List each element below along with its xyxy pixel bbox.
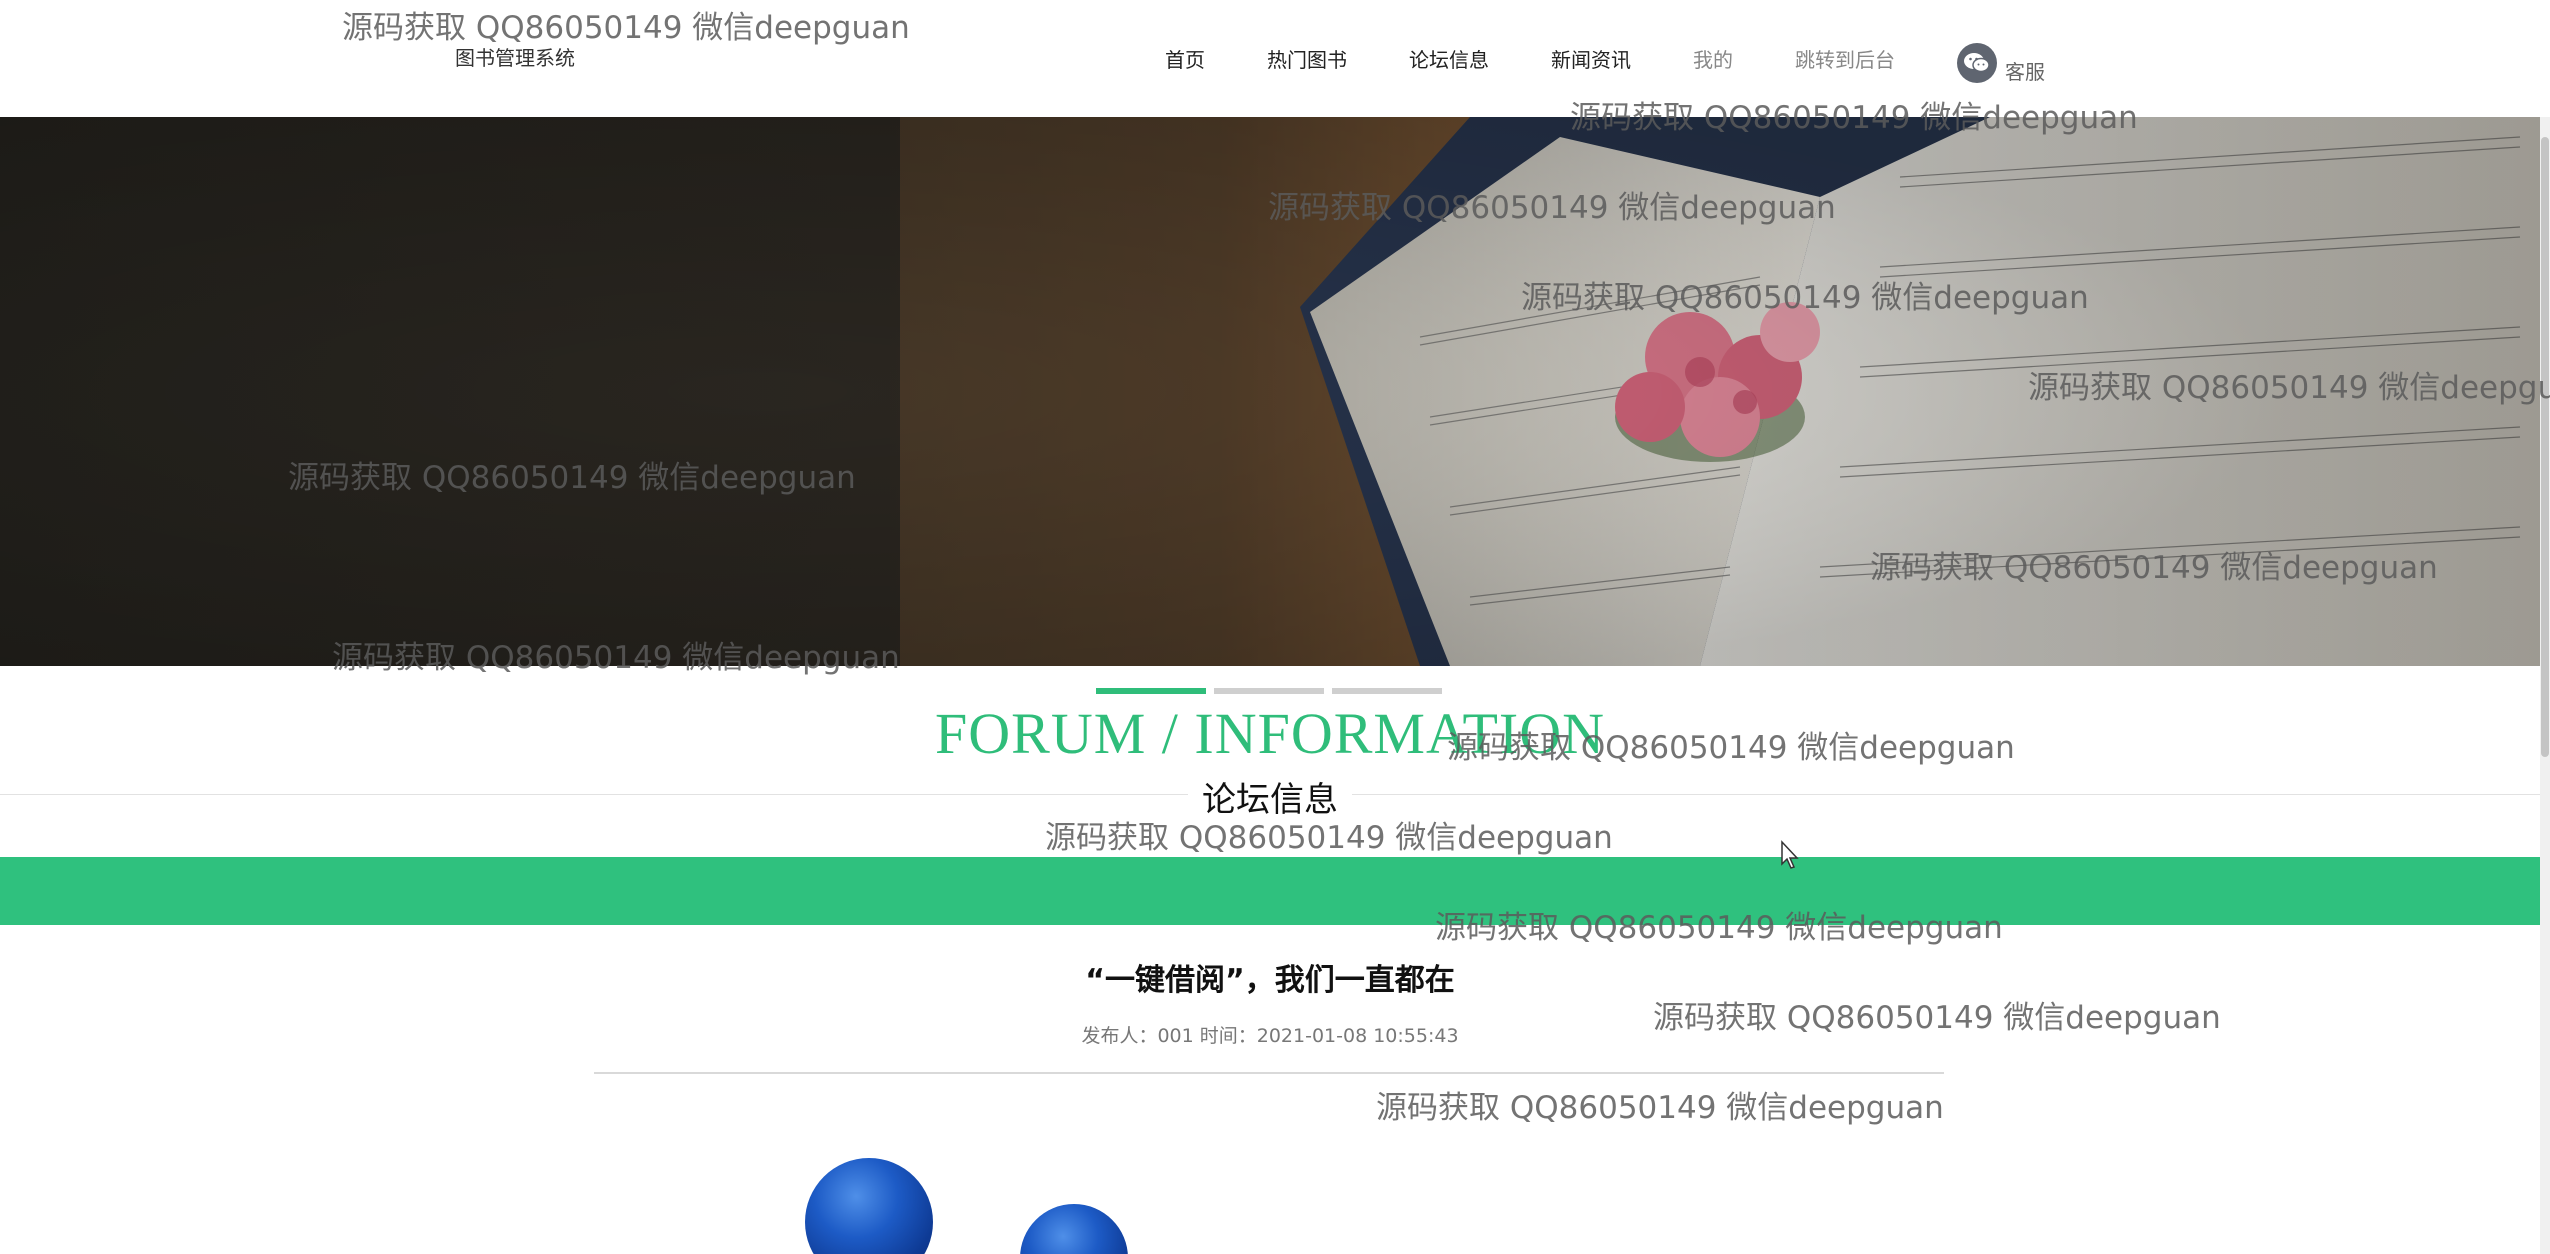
article-divider (594, 1072, 1944, 1074)
carousel-dot-2[interactable] (1214, 688, 1324, 694)
watermark: 源码获取 QQ86050149 微信deepguan (1570, 100, 2138, 136)
watermark: 源码获取 QQ86050149 微信deepguan (342, 10, 910, 46)
carousel-dot-1[interactable] (1096, 688, 1206, 694)
nav-news[interactable]: 新闻资讯 (1551, 44, 1631, 73)
watermark: 源码获取 QQ86050149 微信deepguan (332, 640, 900, 676)
watermark: 源码获取 QQ86050149 微信deepguan (1045, 820, 1613, 856)
nav-hot-books[interactable]: 热门图书 (1267, 44, 1347, 73)
watermark: 源码获取 QQ86050149 微信deepguan (1435, 910, 2003, 946)
section-title-en: FORUM / INFORMATION (935, 701, 1605, 766)
watermark: 源码获取 QQ86050149 微信deepguan (1447, 730, 2015, 766)
customer-service-button[interactable]: 客服 (1957, 40, 2045, 85)
carousel-indicators (1096, 688, 1450, 694)
nav-admin[interactable]: 跳转到后台 (1795, 44, 1895, 73)
article-image-ball-large (805, 1158, 933, 1254)
nav-mine[interactable]: 我的 (1693, 44, 1733, 73)
watermark: 源码获取 QQ86050149 微信deepguan (1870, 550, 2438, 586)
customer-service-label: 客服 (2005, 60, 2045, 84)
green-banner-bar (0, 857, 2540, 925)
wechat-icon (1957, 42, 1997, 83)
watermark: 源码获取 QQ86050149 微信deepguan (1653, 1000, 2221, 1036)
article-image-ball-small (1020, 1204, 1128, 1254)
watermark: 源码获取 QQ86050149 微信deepguan (1268, 190, 1836, 226)
page-scrollbar[interactable] (2540, 117, 2550, 1254)
scrollbar-thumb[interactable] (2541, 137, 2549, 757)
nav-home[interactable]: 首页 (1165, 44, 1205, 73)
mouse-cursor-icon (1781, 840, 1799, 869)
watermark: 源码获取 QQ86050149 微信deepguan (1521, 280, 2089, 316)
watermark: 源码获取 QQ86050149 微信deepguan (288, 460, 856, 496)
nav-forum[interactable]: 论坛信息 (1409, 44, 1489, 73)
watermark: 源码获取 QQ86050149 微信deepguan (2028, 370, 2550, 406)
carousel-dot-3[interactable] (1332, 688, 1442, 694)
watermark: 源码获取 QQ86050149 微信deepguan (1376, 1090, 1944, 1126)
